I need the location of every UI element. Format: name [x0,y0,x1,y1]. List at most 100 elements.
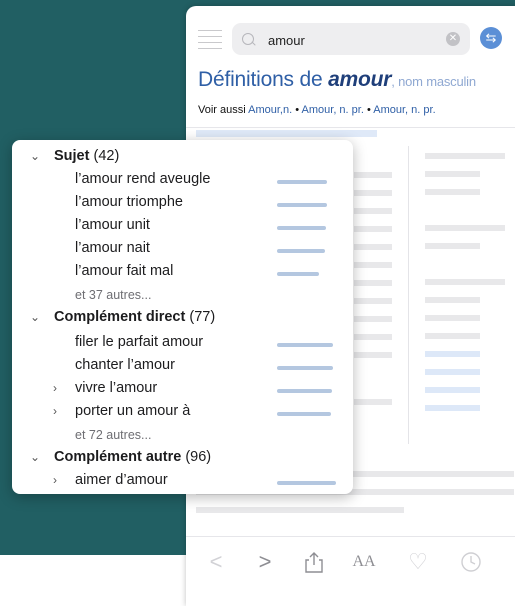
chevron-down-icon[interactable]: ⌄ [30,149,42,163]
placeholder-line [354,262,392,268]
frequency-bar [277,412,331,416]
search-input[interactable] [266,29,440,51]
forward-arrow-icon[interactable]: > [250,547,280,577]
group-count: (42) [93,148,120,164]
see-also: Voir aussi Amour,n. • Amour, n. pr. • Am… [198,104,436,116]
more-label: et 72 autres... [75,428,152,442]
more-link[interactable]: et 72 autres... [12,424,353,447]
chevron-right-icon[interactable]: › [53,473,65,487]
placeholder-line [425,351,480,357]
placeholder-line [425,189,480,195]
menu-icon[interactable] [198,30,222,49]
chevron-down-icon[interactable]: ⌄ [30,450,42,464]
more-label: et 37 autres... [75,288,152,302]
placeholder-line [425,333,480,339]
item-label: vivre l’amour [75,380,158,396]
see-also-label: Voir aussi [198,104,249,116]
search-bar: ✕ [232,23,470,55]
more-link[interactable]: et 37 autres... [12,284,353,307]
item-label: porter un amour à [75,403,191,419]
placeholder-line [354,172,392,178]
frequency-bar [277,343,333,347]
share-icon[interactable] [299,547,329,577]
bottom-toolbar: < > AA ♡ [186,536,515,587]
item-label: l’amour nait [75,240,150,256]
chevron-right-icon[interactable]: › [53,404,65,418]
item-label: filer le parfait amour [75,334,204,350]
frequency-bar [277,481,336,485]
placeholder-line [425,243,480,249]
item-label: l’amour fait mal [75,263,174,279]
placeholder-line [354,280,392,286]
item-label: aimer d’amour [75,472,168,488]
group-header-complement-autre[interactable]: ⌄ Complément autre (96) [12,447,353,470]
frequency-bar [277,389,332,393]
search-icon [242,33,254,45]
divider [186,127,515,128]
title-prefix: Définitions de [198,68,329,91]
list-item[interactable]: l’amour triomphe [12,192,353,215]
placeholder-line [354,399,392,405]
clear-icon[interactable]: ✕ [446,32,460,46]
list-item[interactable]: chanter l’amour [12,355,353,378]
list-item[interactable]: l’amour nait [12,238,353,261]
chevron-right-icon[interactable]: › [53,381,65,395]
back-arrow-icon[interactable]: < [201,547,231,577]
group-header-sujet[interactable]: ⌄ Sujet (42) [12,146,353,169]
list-item[interactable]: l’amour rend aveugle [12,169,353,192]
frequency-bar [277,180,327,184]
list-item[interactable]: › vivre l’amour [12,378,353,401]
placeholder-line [425,225,505,231]
highlight-bar [196,130,377,137]
combinations-popup: ⌄ Sujet (42) l’amour rend aveugle l’amou… [12,140,353,494]
placeholder-line [354,298,392,304]
placeholder-line [354,316,392,322]
group-name: Sujet [54,148,90,164]
placeholder-line [425,315,480,321]
placeholder-line [425,387,480,393]
list-item[interactable]: filer le parfait amour [12,332,353,355]
see-also-link[interactable]: Amour, n. pr. [302,104,364,116]
list-item[interactable]: › aimer d’amour [12,470,353,493]
placeholder-line [354,208,392,214]
list-item[interactable]: l’amour fait mal [12,261,353,284]
chevron-down-icon[interactable]: ⌄ [30,310,42,324]
placeholder-line [354,226,392,232]
see-also-sep: • [363,104,374,116]
placeholder-line [425,405,480,411]
group-header-complement-direct[interactable]: ⌄ Complément direct (77) [12,307,353,330]
placeholder-line [425,297,480,303]
group-count: (77) [189,309,216,325]
frequency-bar [277,249,325,253]
see-also-link[interactable]: Amour,n. [248,104,292,116]
font-size-icon[interactable]: AA [349,547,379,577]
title-word: amour [328,68,392,91]
placeholder-line [425,369,480,375]
frequency-bar [277,226,326,230]
placeholder-line [425,171,480,177]
list-item[interactable]: l’amour unit [12,215,353,238]
frequency-bar [277,203,327,207]
placeholder-line [354,334,392,340]
group-name: Complément direct [54,309,186,325]
item-label: l’amour rend aveugle [75,171,211,187]
list-item[interactable]: › porter un amour à [12,401,353,424]
placeholder-line [425,279,505,285]
swap-icon[interactable]: ⇆ [480,27,502,49]
frequency-bar [277,366,333,370]
heart-icon[interactable]: ♡ [403,547,433,577]
column-divider [408,146,409,444]
see-also-link[interactable]: Amour, n. pr. [373,104,435,116]
title-pos: , nom masculin [391,74,476,89]
item-label: chanter l’amour [75,357,175,373]
item-label: l’amour unit [75,217,150,233]
group-name: Complément autre [54,449,182,465]
placeholder-line [354,352,392,358]
history-clock-icon[interactable] [456,547,486,577]
frequency-bar [277,272,319,276]
placeholder-line [354,190,392,196]
see-also-sep: • [292,104,302,116]
placeholder-line [354,244,392,250]
item-label: l’amour triomphe [75,194,183,210]
placeholder-line [425,153,505,159]
